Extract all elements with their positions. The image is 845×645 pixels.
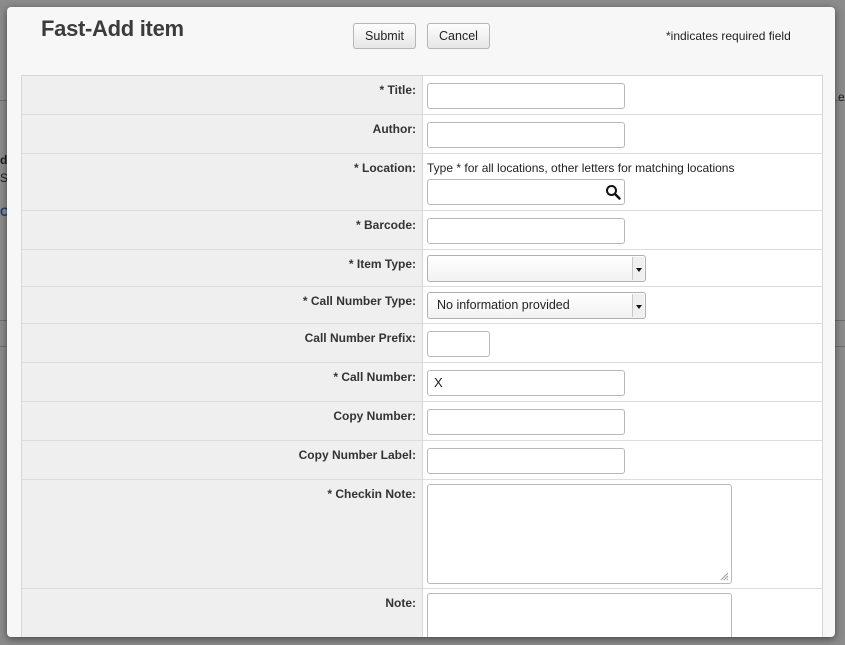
fast-add-form: * Title: Author: * Location: Type * for … [21,75,823,637]
resize-grip-icon[interactable] [719,571,729,581]
form-row-copy-number: Copy Number: [22,402,822,441]
copy-number-input[interactable] [427,409,625,435]
field-label-cell: * Call Number: [22,363,423,401]
field-label-cell: * Checkin Note: [22,480,423,588]
form-row-call-number: * Call Number: X [22,363,822,402]
call-number-input[interactable]: X [427,370,625,396]
call-number-type-label: * Call Number Type: [302,294,416,308]
submit-button[interactable]: Submit [353,23,416,49]
chevron-down-icon [632,294,644,317]
field-label-cell: Author: [22,115,423,153]
checkin-note-label: * Checkin Note: [327,487,416,501]
form-row-location: * Location: Type * for all locations, ot… [22,154,822,211]
form-row-copy-number-label: Copy Number Label: [22,441,822,480]
required-field-note: *indicates required field [666,29,791,43]
form-row-item-type: * Item Type: [22,250,822,287]
field-label-cell: * Call Number Type: [22,287,423,323]
checkin-note-textarea[interactable] [427,484,732,584]
call-number-label: * Call Number: [333,370,416,384]
search-icon[interactable] [605,184,621,200]
form-row-title: * Title: [22,76,822,115]
item-type-select[interactable] [427,255,646,282]
field-label-cell: Copy Number: [22,402,423,440]
field-label-cell: * Item Type: [22,250,423,286]
barcode-input[interactable] [427,218,625,244]
form-row-checkin-note: * Checkin Note: [22,480,822,589]
title-input[interactable] [427,83,625,109]
field-label-cell: * Location: [22,154,423,210]
author-input[interactable] [427,122,625,148]
fast-add-item-modal: Fast-Add item Submit Cancel *indicates r… [7,7,835,637]
note-textarea[interactable] [427,593,732,637]
background-text: e [838,90,845,104]
title-label: * Title: [379,83,416,97]
form-row-note: Note: [22,589,822,637]
copy-number-label-label: Copy Number Label: [298,448,416,462]
cancel-button[interactable]: Cancel [427,23,490,49]
field-label-cell: * Barcode: [22,211,423,249]
form-row-author: Author: [22,115,822,154]
copy-number-label: Copy Number: [333,409,416,423]
call-number-type-select[interactable]: No information provided [427,292,646,319]
field-label-cell: Call Number Prefix: [22,324,423,362]
call-number-type-selected: No information provided [437,298,570,312]
call-number-prefix-input[interactable] [427,331,490,357]
field-label-cell: Note: [22,589,423,637]
chevron-down-icon [632,257,644,280]
field-label-cell: * Title: [22,76,423,114]
barcode-label: * Barcode: [355,218,416,232]
location-input[interactable] [427,179,625,205]
location-hint: Type * for all locations, other letters … [427,161,735,175]
item-type-label: * Item Type: [348,257,416,271]
call-number-prefix-label: Call Number Prefix: [304,331,416,345]
location-label: * Location: [354,161,416,175]
form-row-call-number-prefix: Call Number Prefix: [22,324,822,363]
note-label: Note: [385,596,416,610]
field-label-cell: Copy Number Label: [22,441,423,479]
copy-number-label-input[interactable] [427,448,625,474]
author-label: Author: [372,122,416,136]
form-row-call-number-type: * Call Number Type: No information provi… [22,287,822,324]
modal-title: Fast-Add item [41,16,184,41]
form-row-barcode: * Barcode: [22,211,822,250]
